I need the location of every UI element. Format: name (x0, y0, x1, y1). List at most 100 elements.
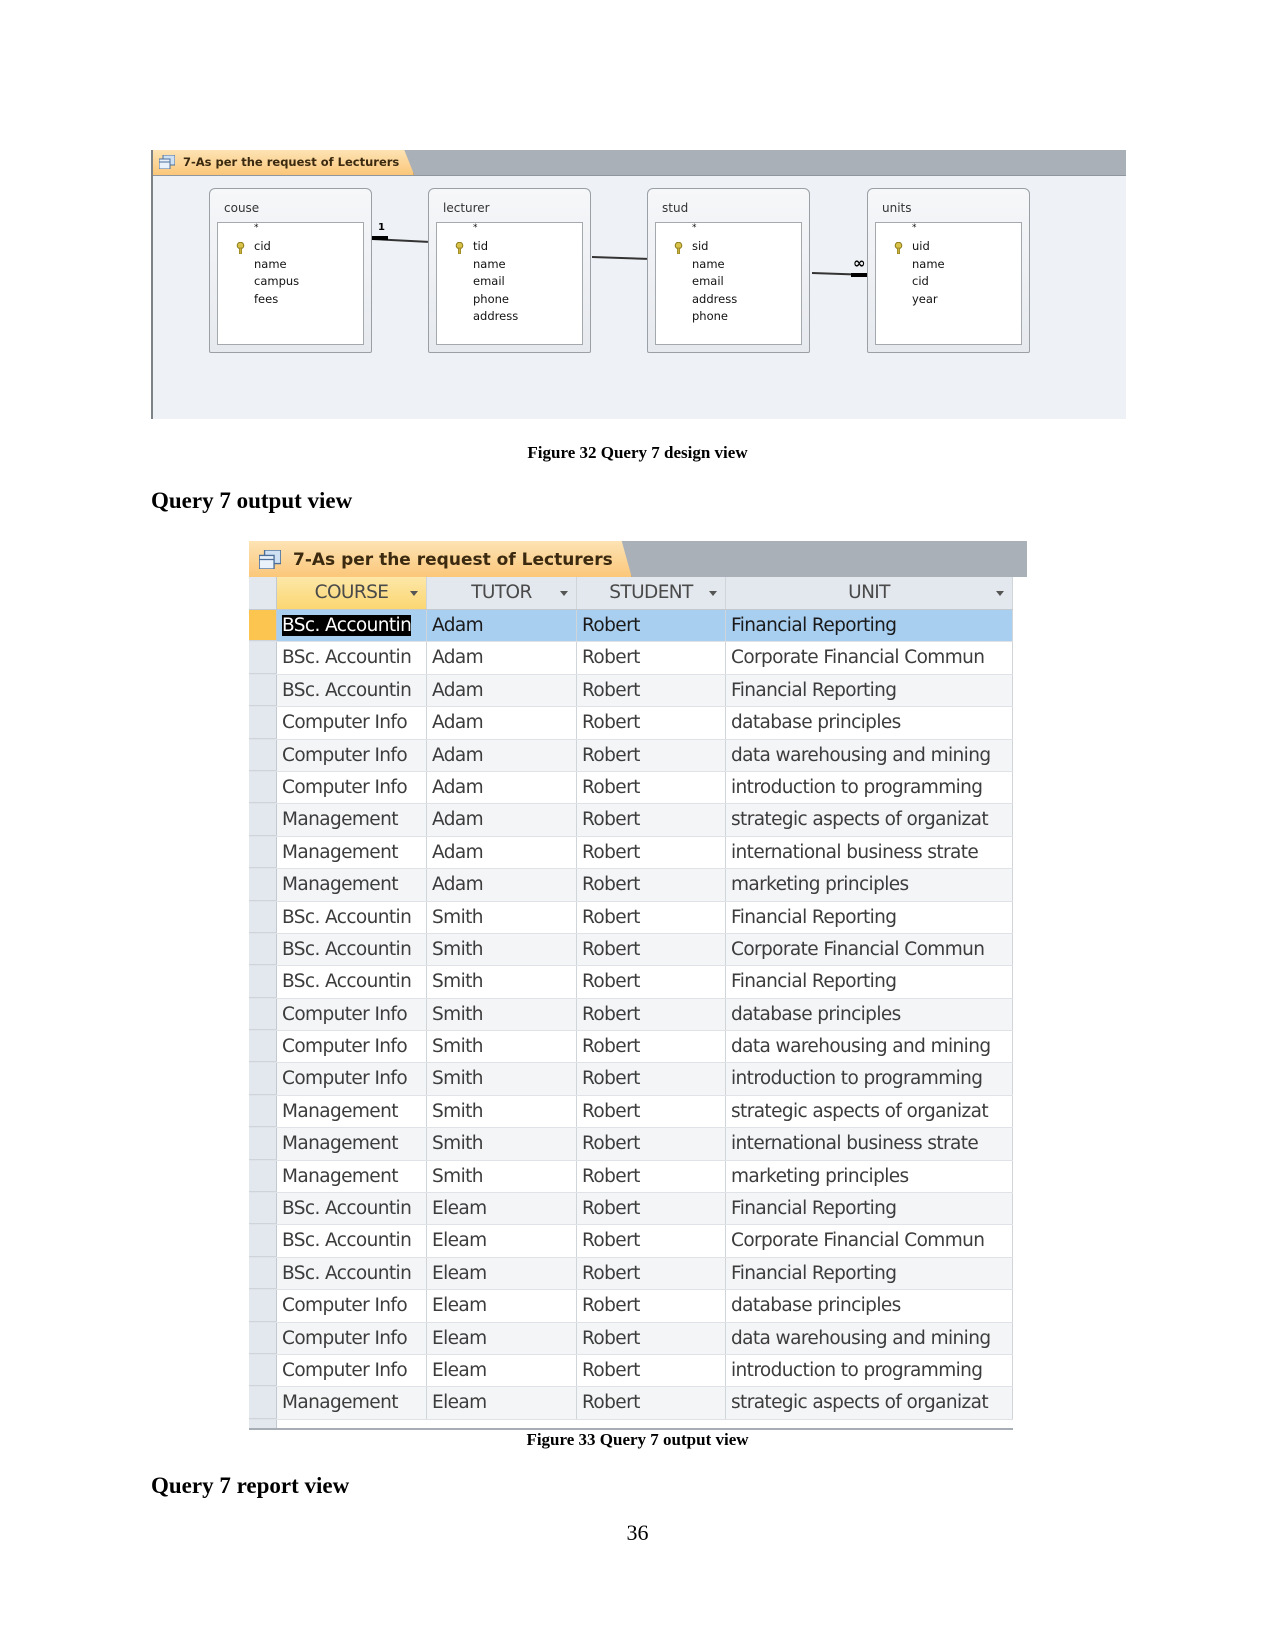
field-all-columns[interactable]: * (254, 223, 259, 233)
table-row[interactable]: Computer Info Smith Robert introduction to … (249, 1063, 1013, 1096)
cell-unit[interactable]: Financial Reporting (726, 1193, 1013, 1225)
table-row[interactable]: BSc. Accountin Eleam Robert Financial Repor… (249, 1193, 1013, 1226)
field-item[interactable]: phone (692, 309, 728, 323)
cell-tutor[interactable]: Adam (427, 610, 577, 642)
cell-student[interactable]: Robert (577, 1193, 726, 1225)
cell-tutor[interactable]: Adam (427, 674, 577, 707)
field-item[interactable]: sid (692, 239, 709, 253)
field-item[interactable]: name (692, 257, 725, 271)
table-row[interactable]: Computer Info Adam Robert database principl… (249, 707, 1013, 740)
row-selector[interactable] (249, 610, 277, 642)
field-all-columns[interactable]: * (473, 223, 478, 233)
dropdown-arrow-icon[interactable] (560, 591, 568, 596)
row-selector[interactable] (249, 836, 277, 869)
cell-student[interactable]: Robert (577, 1387, 726, 1419)
row-selector[interactable] (249, 1031, 277, 1063)
cell-student[interactable]: Robert (577, 1322, 726, 1354)
cell-unit[interactable]: data warehousing and mining (726, 1322, 1013, 1354)
row-selector[interactable] (249, 1354, 277, 1387)
row-selector[interactable] (249, 1387, 277, 1419)
cell-student[interactable]: Robert (577, 1031, 726, 1063)
cell-tutor[interactable]: Adam (427, 771, 577, 804)
table-row[interactable]: BSc. Accountin Smith Robert Financial Repor… (249, 901, 1013, 934)
cell-course[interactable]: BSc. Accountin (277, 642, 427, 674)
row-selector[interactable] (249, 1322, 277, 1354)
row-selector[interactable] (249, 1257, 277, 1290)
cell-course[interactable]: Computer Info (277, 1322, 427, 1354)
field-item[interactable]: tid (473, 239, 488, 253)
row-selector[interactable] (249, 674, 277, 707)
cell-student[interactable]: Robert (577, 1128, 726, 1160)
cell-tutor[interactable]: Smith (427, 1063, 577, 1095)
cell-course[interactable]: Management (277, 1095, 427, 1128)
table-box-stud[interactable]: stud * sid name email address phone (647, 188, 810, 353)
cell-tutor[interactable]: Smith (427, 966, 577, 998)
cell-course[interactable]: Computer Info (277, 1031, 427, 1063)
cell-course[interactable]: Management (277, 1387, 427, 1419)
cell-unit[interactable]: Corporate Financial Commun (726, 1225, 1013, 1257)
cell-unit[interactable]: strategic aspects of organizat (726, 1387, 1013, 1419)
cell-student[interactable]: Robert (577, 1257, 726, 1290)
cell-course[interactable]: Computer Info (277, 707, 427, 739)
cell-student[interactable]: Robert (577, 1160, 726, 1193)
cell-student[interactable]: Robert (577, 836, 726, 869)
field-item[interactable]: name (473, 257, 506, 271)
row-selector[interactable] (249, 1290, 277, 1322)
table-row[interactable]: Computer Info Eleam Robert data warehousing… (249, 1322, 1013, 1355)
cell-course[interactable]: Computer Info (277, 739, 427, 771)
row-selector[interactable] (249, 1193, 277, 1225)
table-row[interactable]: Management Smith Robert strategic aspects o… (249, 1095, 1013, 1129)
cell-tutor[interactable]: Smith (427, 1128, 577, 1160)
row-selector[interactable] (249, 1095, 277, 1128)
table-row[interactable]: BSc. Accountin Adam Robert Financial Report… (249, 674, 1013, 708)
cell-unit[interactable]: international business strate (726, 1128, 1013, 1160)
column-header-course[interactable]: COURSE (277, 577, 427, 609)
cell-unit[interactable]: marketing principles (726, 869, 1013, 901)
field-item[interactable]: year (912, 292, 938, 306)
table-row[interactable]: Computer Info Smith Robert database princip… (249, 998, 1013, 1032)
row-selector[interactable] (249, 804, 277, 836)
table-row[interactable]: Computer Info Adam Robert data warehousing … (249, 739, 1013, 772)
cell-tutor[interactable]: Smith (427, 1160, 577, 1193)
row-selector[interactable] (249, 998, 277, 1031)
cell-course[interactable]: BSc. Accountin (277, 674, 427, 707)
cell-student[interactable]: Robert (577, 1225, 726, 1257)
datasheet-query-tab[interactable]: 7-As per the request of Lecturers (249, 541, 632, 577)
cell-tutor[interactable]: Smith (427, 901, 577, 933)
field-item[interactable]: fees (254, 292, 278, 306)
cell-course[interactable]: BSc. Accountin (277, 610, 427, 642)
cell-unit[interactable]: data warehousing and mining (726, 739, 1013, 771)
cell-tutor[interactable]: Adam (427, 804, 577, 836)
cell-course[interactable]: Computer Info (277, 1063, 427, 1095)
table-row[interactable]: BSc. Accountin Smith Robert Corporate Finan… (249, 933, 1013, 967)
cell-unit[interactable]: database principles (726, 707, 1013, 739)
row-selector[interactable] (249, 1128, 277, 1160)
cell-tutor[interactable]: Eleam (427, 1290, 577, 1322)
table-row[interactable]: BSc. Accountin Adam Robert Financial Report… (249, 610, 1013, 643)
row-selector[interactable] (249, 966, 277, 998)
cell-unit[interactable]: strategic aspects of organizat (726, 1095, 1013, 1128)
table-row[interactable]: Computer Info Eleam Robert database princip… (249, 1290, 1013, 1323)
cell-unit[interactable]: Corporate Financial Commun (726, 642, 1013, 674)
table-row[interactable]: Management Smith Robert international busin… (249, 1128, 1013, 1161)
cell-course[interactable]: BSc. Accountin (277, 901, 427, 933)
field-item[interactable]: name (254, 257, 287, 271)
cell-student[interactable]: Robert (577, 674, 726, 707)
table-row[interactable]: Management Adam Robert strategic aspects of… (249, 804, 1013, 837)
row-selector[interactable] (249, 933, 277, 966)
cell-student[interactable]: Robert (577, 610, 726, 642)
cell-tutor[interactable]: Adam (427, 642, 577, 674)
row-selector[interactable] (249, 1419, 277, 1428)
cell-student[interactable]: Robert (577, 966, 726, 998)
cell-tutor[interactable]: Adam (427, 869, 577, 901)
dropdown-arrow-icon[interactable] (996, 591, 1004, 596)
cell-student[interactable]: Robert (577, 933, 726, 966)
cell-unit[interactable]: introduction to programming (726, 771, 1013, 804)
table-row[interactable]: Management Smith Robert marketing principle… (249, 1160, 1013, 1194)
cell-student[interactable]: Robert (577, 771, 726, 804)
cell-tutor[interactable]: Adam (427, 707, 577, 739)
cell-student[interactable]: Robert (577, 707, 726, 739)
cell-unit[interactable]: database principles (726, 998, 1013, 1031)
column-header-unit[interactable]: UNIT (726, 577, 1013, 609)
table-box-couse[interactable]: couse * cid name campus fees (209, 188, 372, 353)
